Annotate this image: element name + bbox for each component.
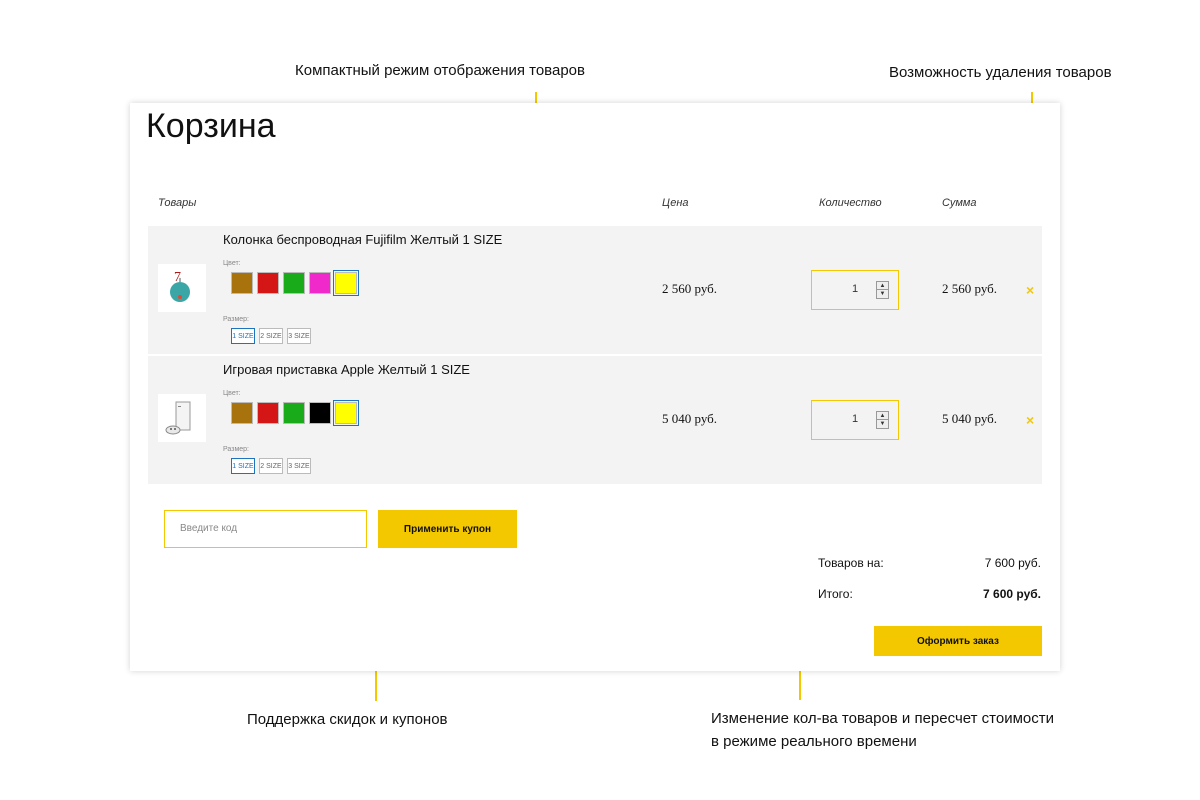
size-options: 1 SIZE 2 SIZE 3 SIZE <box>231 458 311 474</box>
callout-coupons: Поддержка скидок и купонов <box>247 711 448 728</box>
size-option[interactable]: 3 SIZE <box>287 458 311 474</box>
column-header-quantity: Количество <box>819 197 882 209</box>
color-swatch[interactable] <box>309 272 331 294</box>
total-value: 7 600 руб. <box>983 587 1041 601</box>
console-icon <box>158 394 206 442</box>
size-option[interactable]: 3 SIZE <box>287 328 311 344</box>
size-option[interactable]: 2 SIZE <box>259 458 283 474</box>
apply-coupon-button[interactable]: Применить купон <box>378 510 517 548</box>
quantity-stepper[interactable]: 1 ▲ ▼ <box>811 400 899 440</box>
item-sum: 5 040 руб. <box>942 411 998 426</box>
quantity-spinner: ▲ ▼ <box>876 281 889 299</box>
column-header-sum: Сумма <box>942 197 977 209</box>
size-option[interactable]: 1 SIZE <box>231 458 255 474</box>
remove-item-icon[interactable]: × <box>1026 412 1034 428</box>
column-header-price: Цена <box>662 197 689 209</box>
cart-panel: Корзина Товары Цена Количество Сумма 7 К… <box>130 103 1060 671</box>
color-swatch[interactable] <box>231 272 253 294</box>
speaker-icon: 7 <box>158 264 206 312</box>
product-name[interactable]: Колонка беспроводная Fujifilm Желтый 1 S… <box>223 232 502 247</box>
quantity-value[interactable]: 1 <box>840 413 870 425</box>
color-label: Цвет: <box>223 260 241 267</box>
increment-icon[interactable]: ▲ <box>877 412 888 420</box>
size-option[interactable]: 2 SIZE <box>259 328 283 344</box>
increment-icon[interactable]: ▲ <box>877 282 888 290</box>
size-label: Размер: <box>223 446 250 453</box>
color-swatches <box>231 270 359 296</box>
color-label: Цвет: <box>223 390 241 397</box>
quantity-value[interactable]: 1 <box>840 283 870 295</box>
size-option[interactable]: 1 SIZE <box>231 328 255 344</box>
color-swatches <box>231 400 359 426</box>
cart-item-row: 7 Колонка беспроводная Fujifilm Желтый 1… <box>148 226 1042 354</box>
callout-realtime-line2: в режиме реального времени <box>711 733 917 750</box>
color-swatch[interactable] <box>257 272 279 294</box>
item-sum: 2 560 руб. <box>942 281 998 296</box>
callout-delete-items: Возможность удаления товаров <box>889 64 1112 81</box>
page-title: Корзина <box>146 107 276 145</box>
checkout-button[interactable]: Оформить заказ <box>874 626 1042 656</box>
item-price: 2 560 руб. <box>662 281 718 296</box>
product-name[interactable]: Игровая приставка Apple Желтый 1 SIZE <box>223 362 470 377</box>
size-label: Размер: <box>223 316 250 323</box>
size-options: 1 SIZE 2 SIZE 3 SIZE <box>231 328 311 344</box>
subtotal-value: 7 600 руб. <box>984 556 1041 570</box>
color-swatch[interactable] <box>333 400 359 426</box>
quantity-spinner: ▲ ▼ <box>876 411 889 429</box>
coupon-code-input[interactable]: Введите код <box>164 510 367 548</box>
color-swatch[interactable] <box>333 270 359 296</box>
column-header-products: Товары <box>158 197 197 209</box>
color-swatch[interactable] <box>309 402 331 424</box>
item-price: 5 040 руб. <box>662 411 718 426</box>
color-swatch[interactable] <box>283 402 305 424</box>
color-swatch[interactable] <box>283 272 305 294</box>
subtotal-label: Товаров на: <box>818 556 884 570</box>
total-label: Итого: <box>818 587 853 601</box>
color-swatch[interactable] <box>231 402 253 424</box>
decrement-icon[interactable]: ▼ <box>877 420 888 428</box>
color-swatch[interactable] <box>257 402 279 424</box>
callout-compact-mode: Компактный режим отображения товаров <box>295 62 585 79</box>
decrement-icon[interactable]: ▼ <box>877 290 888 298</box>
callout-realtime-line1: Изменение кол-ва товаров и пересчет стои… <box>711 710 1054 727</box>
quantity-stepper[interactable]: 1 ▲ ▼ <box>811 270 899 310</box>
remove-item-icon[interactable]: × <box>1026 282 1034 298</box>
cart-item-row: Игровая приставка Apple Желтый 1 SIZE Цв… <box>148 356 1042 484</box>
